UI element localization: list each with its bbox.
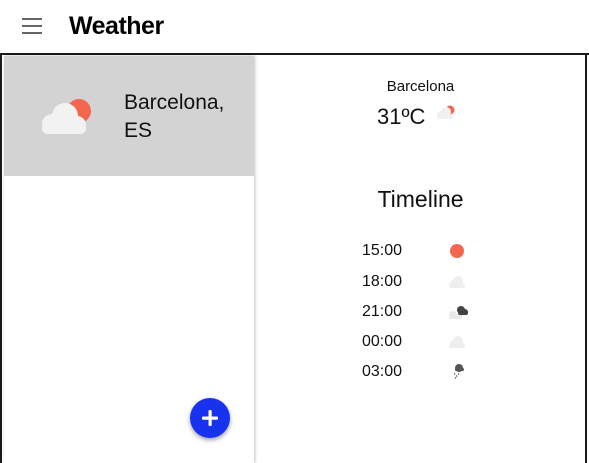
timeline-time: 21:00 <box>362 303 403 320</box>
app-bar: Weather <box>0 0 589 55</box>
app-title: Weather <box>69 12 164 40</box>
cloud-sun-icon <box>437 105 455 119</box>
timeline-time: 18:00 <box>362 273 403 290</box>
city-card-barcelona[interactable]: Barcelona, ES <box>4 56 254 176</box>
cloud-sun-icon <box>42 99 91 134</box>
timeline-time: 03:00 <box>362 363 403 380</box>
timeline-row: 00:00 <box>362 331 482 353</box>
detail-city-name: Barcelona <box>386 78 455 95</box>
plus-icon <box>202 410 218 426</box>
rain-icon <box>454 364 464 379</box>
weather-detail: Barcelona 31ºC Timeline 15:00 18:00 21:0… <box>256 56 585 463</box>
current-conditions: 31ºC <box>377 104 455 134</box>
timeline-row: 15:00 <box>362 240 482 262</box>
sun-icon <box>450 244 464 258</box>
timeline-row: 18:00 <box>362 271 482 293</box>
city-card-label: Barcelona, ES <box>124 91 225 142</box>
add-city-button[interactable] <box>190 398 230 438</box>
cloudy-icon <box>449 306 468 319</box>
current-temperature: 31ºC <box>377 104 426 129</box>
timeline-row: 21:00 <box>362 301 482 323</box>
timeline-title: Timeline <box>377 186 464 212</box>
timeline-time: 00:00 <box>362 333 403 350</box>
cloud-icon <box>449 336 465 348</box>
cloud-icon <box>449 276 465 288</box>
timeline-time: 15:00 <box>362 242 403 259</box>
timeline-row: 03:00 <box>362 361 482 383</box>
city-list-panel: Barcelona, ES <box>4 56 254 463</box>
menu-icon[interactable] <box>22 18 42 36</box>
